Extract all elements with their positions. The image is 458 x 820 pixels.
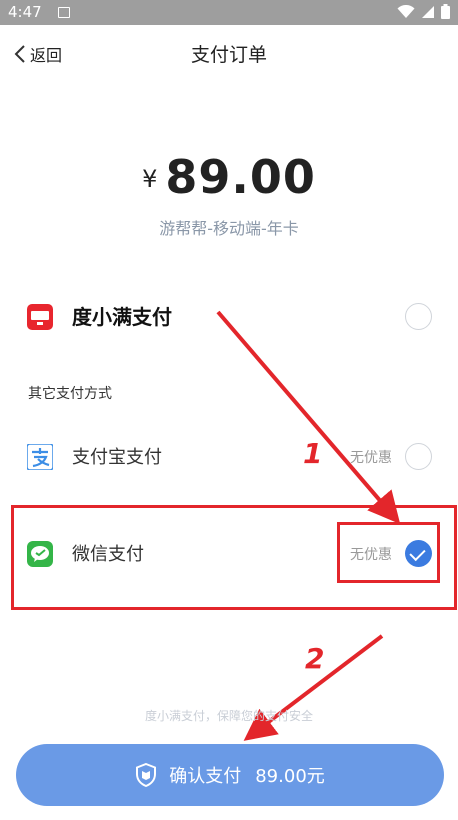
confirm-label: 确认支付: [169, 766, 242, 787]
wifi-icon: [397, 4, 415, 18]
signal-icon: [422, 5, 434, 18]
confirm-amount: 89.00元: [255, 766, 325, 787]
annotation-arrows: [216, 310, 401, 741]
alipay-discount-text: 无优惠: [350, 450, 392, 466]
order-amount: ¥89.00: [0, 150, 458, 204]
payment-option-alipay[interactable]: 支付宝支付 无优惠: [0, 426, 458, 486]
amount-value: 89.00: [165, 150, 316, 204]
duxiaoman-logo-icon: [27, 304, 53, 330]
battery-icon: [441, 4, 450, 19]
shield-icon: [136, 763, 157, 787]
currency-symbol: ¥: [142, 165, 158, 193]
alipay-logo-icon: [27, 444, 53, 470]
annotation-step-1: 1: [303, 437, 323, 470]
image-notification-icon: [58, 7, 70, 18]
payment-label-duxiaoman: 度小满支付: [72, 305, 172, 329]
status-indicators: [397, 4, 450, 19]
confirm-pay-button[interactable]: 确认支付 89.00元: [16, 744, 444, 806]
payment-label-alipay: 支付宝支付: [72, 447, 162, 468]
payment-option-duxiaoman[interactable]: 度小满支付: [0, 286, 458, 346]
security-note: 度小满支付，保障您的支付安全: [144, 709, 313, 723]
other-methods-label: 其它支付方式: [28, 386, 112, 402]
annotation-step-2: 2: [305, 642, 325, 675]
product-name: 游帮帮-移动端-年卡: [159, 219, 299, 238]
annotation-radio-box: [337, 522, 440, 583]
status-time: 4:47: [8, 3, 42, 21]
nav-bar: 返回 支付订单: [0, 25, 458, 81]
radio-alipay[interactable]: [405, 443, 432, 470]
radio-duxiaoman[interactable]: [405, 303, 432, 330]
status-bar: 4:47: [0, 0, 458, 25]
page-title: 支付订单: [190, 44, 267, 66]
